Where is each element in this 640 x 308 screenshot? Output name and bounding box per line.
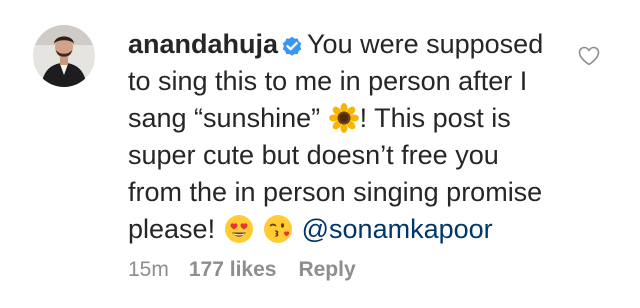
mention-link[interactable]: @sonamkapoor xyxy=(302,214,493,244)
comment-text-line6: please! xyxy=(128,214,216,244)
like-heart-icon[interactable] xyxy=(578,46,600,66)
avatar-image xyxy=(33,25,95,87)
comment-text-line1: You were supposed xyxy=(307,29,544,59)
comment-username[interactable]: anandahuja xyxy=(128,29,278,59)
comment-time[interactable]: 15m xyxy=(128,258,169,282)
comment-body: anandahuja You were supposed to sing thi… xyxy=(128,26,568,248)
kissing-face-emoji xyxy=(263,214,293,244)
comment-text-line3-post: ! This post is xyxy=(359,103,511,133)
comment: anandahuja You were supposed to sing thi… xyxy=(0,0,640,308)
comment-text-line5: from the in person singing promise xyxy=(128,177,543,207)
heart-eyes-emoji xyxy=(224,214,254,244)
comment-meta: 15m 177 likes Reply xyxy=(128,258,356,282)
comment-text-line4: super cute but doesn’t free you xyxy=(128,140,499,170)
sunflower-emoji xyxy=(328,103,359,133)
avatar[interactable] xyxy=(33,25,95,87)
likes-count[interactable]: 177 likes xyxy=(189,258,277,282)
comment-text-line2: to sing this to me in person after I xyxy=(128,66,528,96)
verified-badge-icon xyxy=(281,30,303,56)
reply-button[interactable]: Reply xyxy=(298,258,355,282)
comment-text-line3-pre: sang “sunshine” xyxy=(128,103,321,133)
